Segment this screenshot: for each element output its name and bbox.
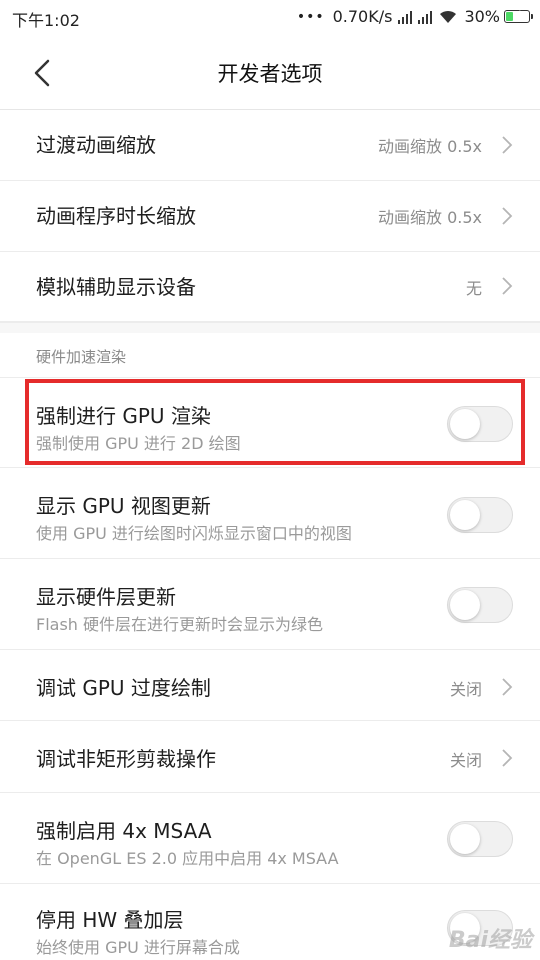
setting-row-force-4x-msaa[interactable]: 强制启用 4x MSAA 在 OpenGL ES 2.0 应用中启用 4x MS… (0, 793, 540, 884)
row-value: 动画缩放 0.5x (377, 137, 482, 156)
show-gpu-view-updates-toggle[interactable] (447, 497, 513, 533)
row-value: 动画缩放 0.5x (377, 208, 482, 227)
row-subtitle: 使用 GPU 进行绘图时闪烁显示窗口中的视图 (36, 524, 352, 543)
row-subtitle: 在 OpenGL ES 2.0 应用中启用 4x MSAA (36, 849, 339, 868)
row-title: 模拟辅助显示设备 (36, 275, 196, 299)
force-gpu-rendering-toggle[interactable] (447, 406, 513, 442)
row-subtitle: 强制使用 GPU 进行 2D 绘图 (36, 434, 241, 453)
row-title: 调试 GPU 过度绘制 (36, 676, 211, 700)
battery-percent: 30% (464, 7, 500, 26)
setting-row-force-gpu-rendering[interactable]: 强制进行 GPU 渲染 强制使用 GPU 进行 2D 绘图 (0, 378, 540, 468)
signal-1-icon (398, 10, 413, 24)
battery-indicator: 30% ⚡ (464, 7, 533, 26)
chevron-right-icon (502, 136, 513, 154)
status-time: 下午1:02 (12, 11, 80, 30)
title-bar: 开发者选项 (0, 34, 540, 110)
row-title: 过渡动画缩放 (36, 133, 156, 157)
row-value: 无 (465, 279, 482, 298)
row-title: 强制进行 GPU 渲染 (36, 404, 211, 428)
section-header: 硬件加速渲染 (0, 322, 540, 378)
charging-bolt-icon: ⚡ (513, 8, 522, 22)
row-title: 动画程序时长缩放 (36, 204, 196, 228)
row-value: 关闭 (449, 751, 482, 770)
row-value: 关闭 (449, 680, 482, 699)
show-hardware-layer-updates-toggle[interactable] (447, 587, 513, 623)
toggle-knob (450, 409, 480, 439)
toggle-knob (450, 824, 480, 854)
row-title: 显示 GPU 视图更新 (36, 494, 211, 518)
chevron-right-icon (502, 277, 513, 295)
wifi-icon (440, 10, 457, 23)
chevron-right-icon (502, 207, 513, 225)
status-indicators: ••• 0.70K/s 30% ⚡ (296, 7, 533, 26)
chevron-right-icon (502, 749, 513, 767)
setting-row-show-hardware-layer-updates[interactable]: 显示硬件层更新 Flash 硬件层在进行更新时会显示为绿色 (0, 559, 540, 650)
battery-fill (506, 12, 513, 21)
battery-icon: ⚡ (504, 8, 533, 23)
setting-row-simulate-secondary-display[interactable]: 模拟辅助显示设备 无 (0, 252, 540, 322)
notification-dots-icon: ••• (296, 8, 325, 25)
section-label: 硬件加速渲染 (36, 348, 127, 366)
row-title: 停用 HW 叠加层 (36, 908, 184, 932)
setting-row-animator-duration-scale[interactable]: 动画程序时长缩放 动画缩放 0.5x (0, 181, 540, 252)
setting-row-debug-non-rectangular-clip[interactable]: 调试非矩形剪裁操作 关闭 (0, 721, 540, 793)
chevron-right-icon (502, 678, 513, 696)
setting-row-debug-gpu-overdraw[interactable]: 调试 GPU 过度绘制 关闭 (0, 650, 540, 721)
row-title: 强制启用 4x MSAA (36, 819, 212, 843)
network-speed: 0.70K/s (332, 7, 393, 26)
status-bar: 下午1:02 ••• 0.70K/s 30% ⚡ (0, 0, 540, 34)
setting-row-transition-animation-scale[interactable]: 过渡动画缩放 动画缩放 0.5x (0, 110, 540, 181)
force-4x-msaa-toggle[interactable] (447, 821, 513, 857)
page-title: 开发者选项 (217, 62, 323, 86)
baidu-watermark: Bai经验 (448, 928, 532, 953)
row-subtitle: Flash 硬件层在进行更新时会显示为绿色 (36, 615, 324, 634)
setting-row-show-gpu-view-updates[interactable]: 显示 GPU 视图更新 使用 GPU 进行绘图时闪烁显示窗口中的视图 (0, 468, 540, 559)
row-subtitle: 始终使用 GPU 进行屏幕合成 (36, 938, 240, 957)
row-title: 显示硬件层更新 (36, 585, 176, 609)
toggle-knob (450, 500, 480, 530)
signal-2-icon (418, 10, 433, 24)
toggle-knob (450, 590, 480, 620)
row-title: 调试非矩形剪裁操作 (36, 747, 216, 771)
